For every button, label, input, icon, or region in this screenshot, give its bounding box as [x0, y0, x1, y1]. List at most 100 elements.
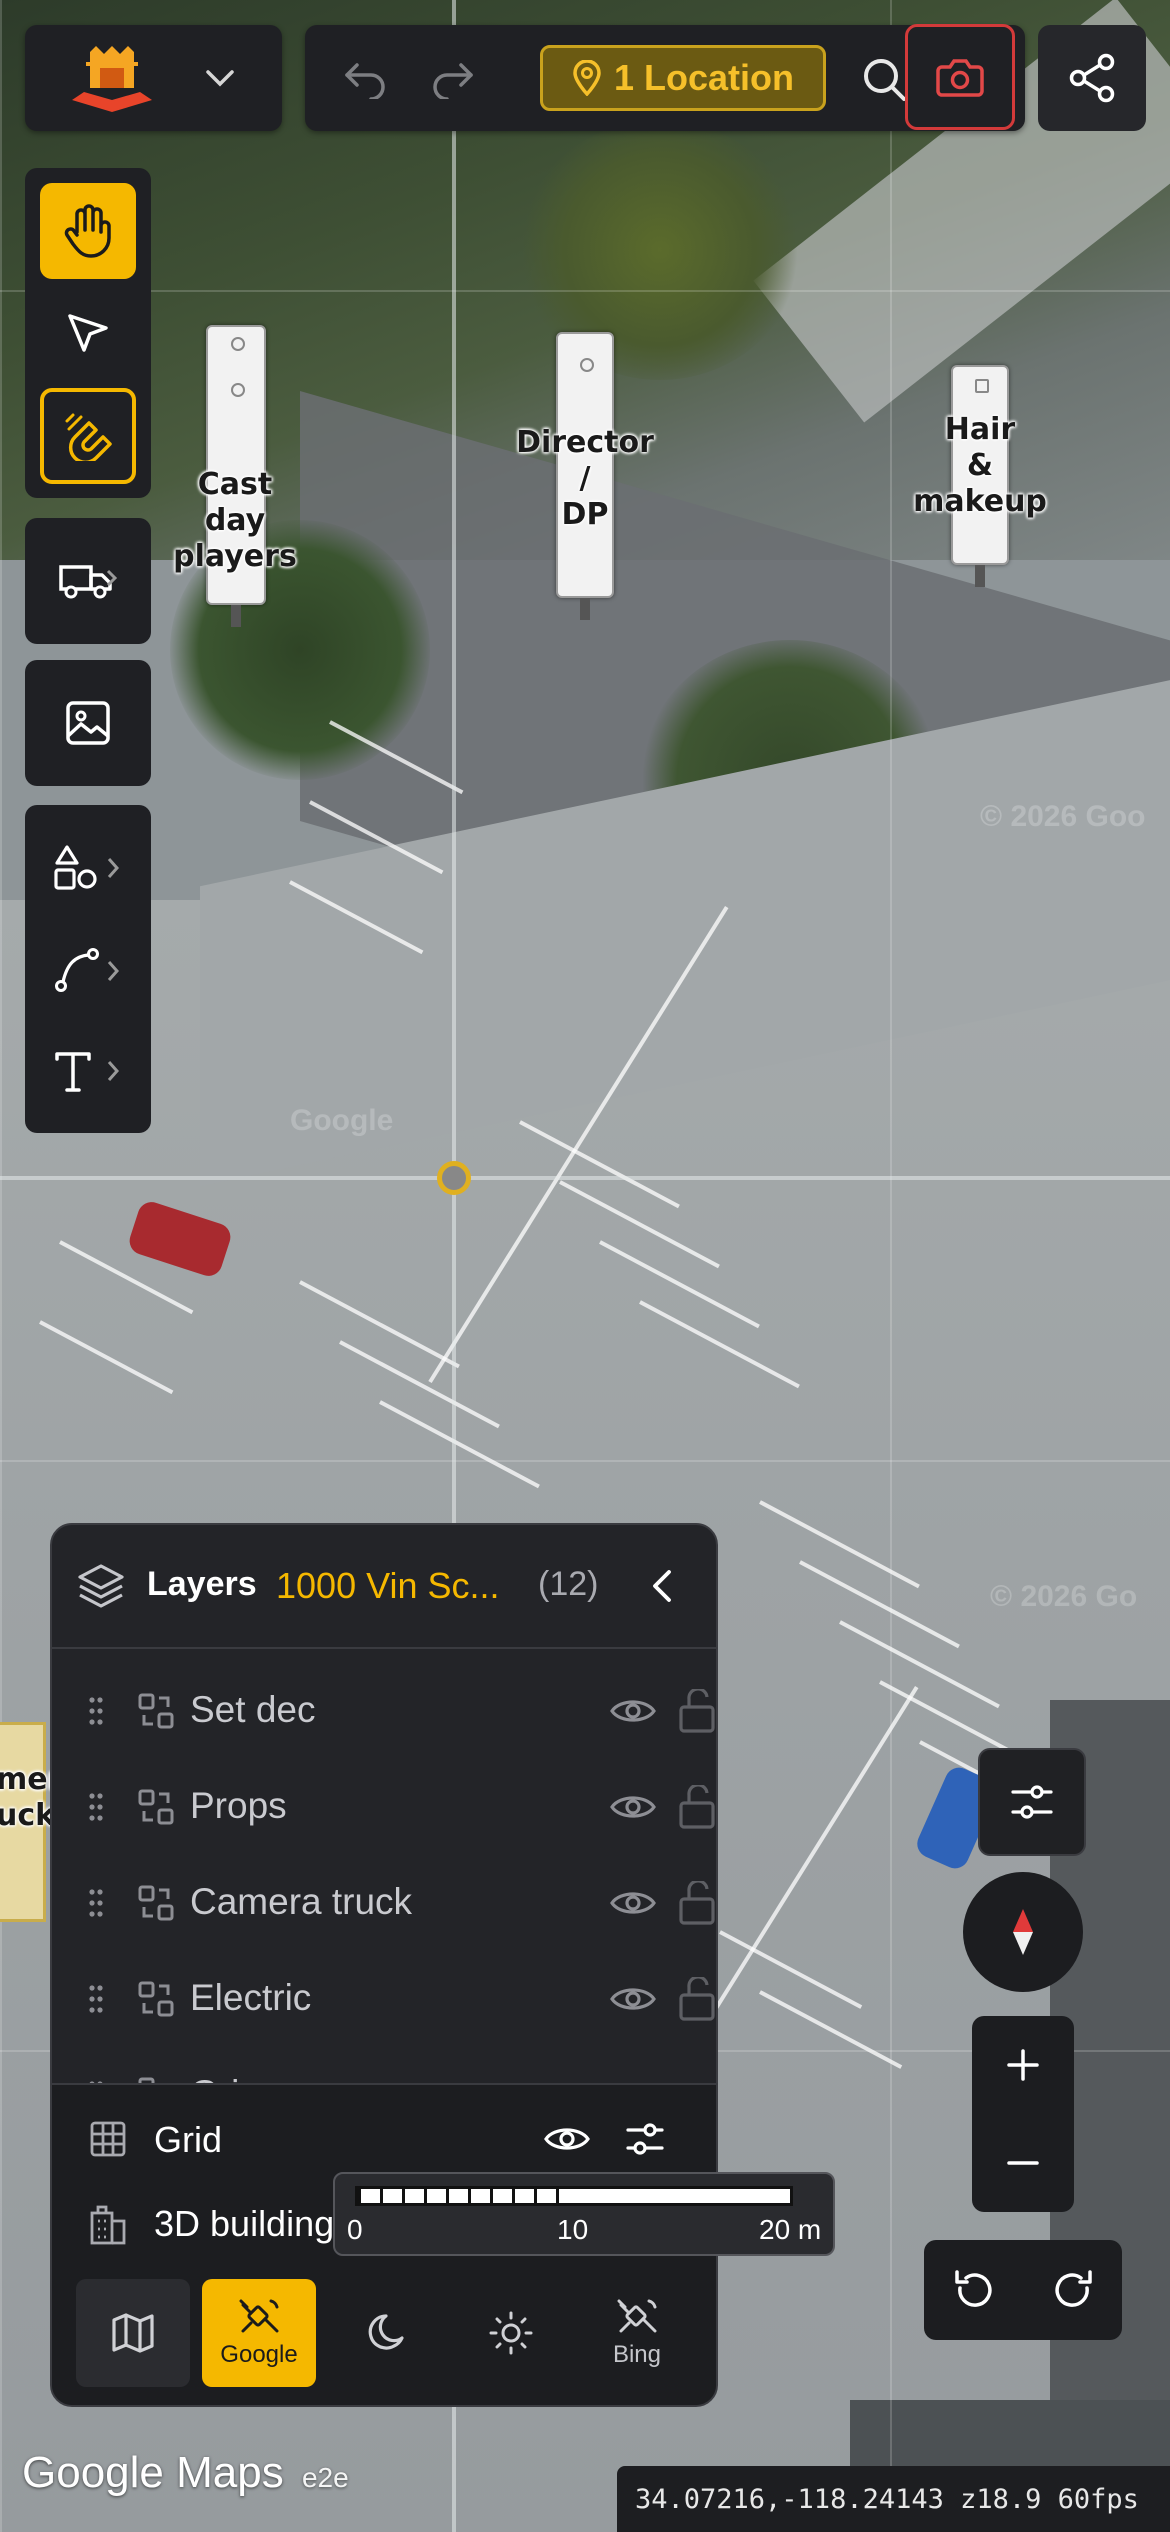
- layer-row[interactable]: Electric: [52, 1951, 716, 2047]
- grid-axis-horizontal: [0, 1176, 1170, 1180]
- pan-tool-button[interactable]: [40, 183, 136, 279]
- rotate-left-button[interactable]: [924, 2240, 1023, 2340]
- map-attribution: Google Maps e2e: [22, 2448, 349, 2498]
- eye-icon[interactable]: [608, 1691, 658, 1731]
- layer-name: Electric: [190, 1977, 312, 2018]
- layers-panel: Layers 1000 Vin Sc... (12) Set dec Props…: [50, 1523, 718, 2407]
- drag-handle-icon[interactable]: [84, 1787, 108, 1827]
- map-watermark: Google: [290, 1104, 394, 1137]
- rotate-cw-icon: [1054, 2270, 1092, 2307]
- trailer-door: [580, 358, 594, 372]
- grid-line: [0, 0, 2, 2532]
- scale-bar-track: [355, 2186, 793, 2206]
- rotate-right-button[interactable]: [1023, 2240, 1122, 2340]
- image-icon: [66, 701, 110, 745]
- layer-row[interactable]: Set dec: [52, 1663, 716, 1759]
- vehicle-tool-button[interactable]: [40, 533, 136, 629]
- drag-handle-icon[interactable]: [84, 1691, 108, 1731]
- redo-icon[interactable]: [423, 55, 483, 105]
- zoom-controls: [972, 2016, 1074, 2212]
- location-button[interactable]: 1 Location: [540, 45, 826, 111]
- basemap-dark-button[interactable]: [328, 2279, 442, 2387]
- text-icon: [55, 1052, 120, 1092]
- app-logo-icon: [57, 39, 167, 117]
- rotate-controls: [924, 2240, 1122, 2340]
- path-tool-button[interactable]: [40, 923, 136, 1019]
- text-tool-button[interactable]: [40, 1023, 136, 1119]
- hand-icon: [64, 204, 111, 258]
- app-menu[interactable]: [25, 25, 282, 131]
- eye-icon[interactable]: [608, 1979, 658, 2019]
- unlock-icon[interactable]: [676, 1975, 716, 2023]
- sliders-icon: [980, 1750, 1084, 1854]
- grid-icon: [88, 2119, 128, 2159]
- basemap-light-button[interactable]: [454, 2279, 568, 2387]
- zoom-in-button[interactable]: [972, 2016, 1074, 2114]
- scale-tick: 20 m: [759, 2214, 822, 2245]
- magnet-icon: [65, 413, 112, 461]
- toolbar-tools: [25, 168, 151, 498]
- basemap-google-button[interactable]: Google: [202, 2279, 316, 2387]
- label-line: players: [173, 539, 297, 574]
- unlock-icon[interactable]: [676, 1687, 716, 1735]
- group-icon: [136, 1691, 176, 1731]
- drag-handle-icon[interactable]: [84, 1979, 108, 2019]
- basemap-map-button[interactable]: [76, 2279, 190, 2387]
- moon-icon: [368, 2314, 404, 2350]
- layer-name: Props: [190, 1785, 287, 1826]
- layer-name: Camera truck: [190, 1881, 413, 1922]
- group-icon: [136, 1787, 176, 1827]
- zoom-out-button[interactable]: [972, 2114, 1074, 2212]
- map-watermark: © 2026 Goo: [980, 800, 1146, 833]
- drag-handle-icon[interactable]: [84, 1883, 108, 1923]
- collapse-panel-icon[interactable]: [632, 1561, 692, 1611]
- label-cast-day-players: Cast day players: [160, 467, 310, 575]
- unlock-icon[interactable]: [676, 1783, 716, 1831]
- sliders-icon[interactable]: [622, 2117, 668, 2161]
- shapes-icon: [54, 845, 120, 890]
- label-line: &: [966, 448, 994, 483]
- share-icon: [1038, 25, 1146, 131]
- toolbar-draw: [25, 805, 151, 1133]
- basemap-bing-button[interactable]: Bing: [580, 2279, 694, 2387]
- layers-header: Layers 1000 Vin Sc... (12): [52, 1525, 716, 1649]
- trailer-door: [975, 379, 989, 393]
- compass-icon: [963, 1872, 1083, 1992]
- shapes-tool-button[interactable]: [40, 820, 136, 916]
- buildings-label: 3D buildings: [154, 2203, 353, 2244]
- map-pin-icon: [573, 60, 601, 96]
- select-tool-button[interactable]: [40, 286, 136, 382]
- coordinates-readout: 34.07216,-118.24143 z18.9 60fps: [617, 2466, 1170, 2532]
- building-icon: [88, 2203, 128, 2247]
- undo-icon[interactable]: [335, 55, 395, 105]
- rotate-ccw-icon: [954, 2270, 992, 2307]
- eye-icon[interactable]: [608, 1787, 658, 1827]
- trailer-door: [231, 383, 245, 397]
- camera-button[interactable]: [905, 24, 1015, 130]
- grid-label: Grid: [154, 2119, 223, 2160]
- label-line: Hair: [944, 412, 1016, 447]
- snap-tool-button[interactable]: [40, 388, 136, 484]
- layer-row[interactable]: Camera truck: [52, 1855, 716, 1951]
- layers-count: (12): [538, 1565, 599, 1603]
- trailer-hitch: [580, 598, 590, 620]
- scale-bar-fill: [358, 2189, 574, 2203]
- eye-icon[interactable]: [542, 2119, 592, 2159]
- unlock-icon[interactable]: [676, 1879, 716, 1927]
- label-line: Director: [516, 425, 654, 460]
- map-icon: [112, 2313, 154, 2353]
- map-center-marker[interactable]: [437, 1161, 471, 1195]
- grid-line: [0, 1460, 1170, 1462]
- label-line: Cast: [197, 467, 273, 502]
- eye-icon[interactable]: [608, 1883, 658, 1923]
- compass-button[interactable]: [963, 1872, 1083, 1992]
- image-tool-button[interactable]: [40, 675, 136, 771]
- plus-icon: [1007, 2049, 1039, 2081]
- layer-row[interactable]: Props: [52, 1759, 716, 1855]
- label-line: makeup: [913, 484, 1047, 519]
- share-button[interactable]: [1038, 25, 1146, 131]
- map-settings-button[interactable]: [978, 1748, 1086, 1856]
- cursor-icon: [68, 314, 108, 352]
- layers-location-name[interactable]: 1000 Vin Sc...: [276, 1565, 500, 1607]
- chevron-down-icon[interactable]: [195, 58, 245, 98]
